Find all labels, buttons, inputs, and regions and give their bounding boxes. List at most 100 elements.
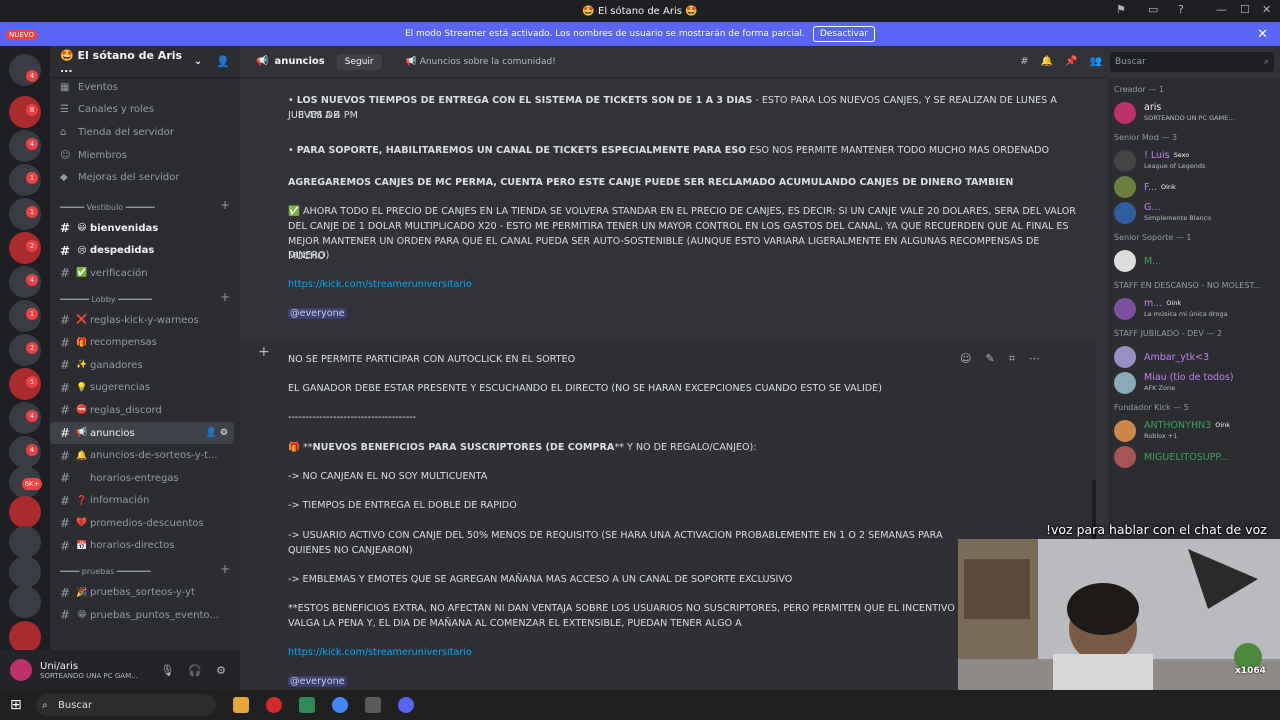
avatar[interactable]	[10, 659, 32, 681]
inbox-icon[interactable]: ⚑	[1116, 3, 1126, 16]
message-line: -> NO CANJEAN EL NO SOY MULTICUENTA	[288, 471, 488, 482]
windows-start-icon[interactable]: ⊞	[10, 697, 22, 713]
avatar[interactable]	[1114, 150, 1136, 172]
webcam-image	[958, 539, 1280, 690]
member-list-icon[interactable]: 👥	[1090, 56, 1102, 67]
minimize-icon[interactable]: —	[1216, 3, 1227, 16]
member-item[interactable]: Ambar_ytk<3	[1108, 344, 1280, 370]
channel-anuncios[interactable]: # 📢 anuncios 👤 ⚙	[50, 421, 234, 445]
chrome-icon[interactable]	[332, 697, 348, 713]
server-icon[interactable]	[9, 586, 41, 618]
category-lobby[interactable]: ━━━━━━ Lobby ━━━━━━━ +	[50, 285, 240, 309]
unread-badge: 4	[26, 444, 38, 456]
member-item[interactable]: M...	[1108, 248, 1280, 274]
member-item[interactable]: Miau (tío de todos) AFK Zone	[1108, 370, 1280, 396]
everyone-mention[interactable]: @everyone	[288, 307, 1078, 322]
help-icon[interactable]: ?	[1178, 3, 1184, 16]
nav-server-shop[interactable]: ⌂ Tienda del servidor	[50, 121, 240, 144]
unread-badge: 5	[26, 376, 38, 388]
member-item[interactable]: ANTHONYHN3 Oink Roblox +1	[1108, 418, 1280, 444]
channel-bienvenidas[interactable]: # 😃 bienvenidas	[50, 217, 234, 240]
threads-icon[interactable]: #	[1020, 56, 1028, 67]
channel-emoji: 😃	[77, 223, 87, 234]
channel-emoji: 🎉	[76, 587, 88, 598]
add-channel-icon[interactable]: +	[220, 562, 230, 576]
channel-recompensas[interactable]: # 🎁 recompensas	[50, 331, 234, 354]
maximize-icon[interactable]: ☐	[1240, 3, 1250, 16]
kick-link[interactable]: https://kick.com/streameruniversitario	[288, 278, 1078, 293]
server-icon[interactable]	[9, 54, 41, 86]
server-icon[interactable]	[9, 556, 41, 588]
member-item[interactable]: G... Simplemente Blanco	[1108, 200, 1280, 226]
channel-promedios-descuentos[interactable]: # 💔 promedios-descuentos	[50, 512, 234, 535]
headphones-icon[interactable]: 🎧	[188, 664, 202, 677]
server-icon[interactable]	[9, 621, 41, 653]
message-line: -> TIEMPOS DE ENTREGA EL DOBLE DE RAPIDO	[288, 500, 517, 511]
calendar-icon: ▦	[60, 81, 70, 93]
channel-despedidas[interactable]: # 😢 despedidas	[50, 240, 234, 263]
avatar[interactable]	[1114, 420, 1136, 442]
avatar[interactable]	[1114, 346, 1136, 368]
discord-icon[interactable]	[398, 697, 414, 713]
add-channel-icon[interactable]: +	[220, 290, 230, 304]
server-icon[interactable]	[9, 496, 41, 528]
channel-settings-icon[interactable]: 👤 ⚙	[206, 428, 228, 438]
deactivate-button[interactable]: Desactivar	[812, 26, 876, 42]
avatar[interactable]	[1114, 102, 1136, 124]
channel-verificaci-n[interactable]: # ✅ verificación	[50, 262, 234, 285]
channel-reglas-kick-y-warneos[interactable]: # ❌ reglas-kick-y-warneos	[50, 309, 234, 332]
screen-icon[interactable]: ▭	[1148, 3, 1158, 16]
channel-ganadores[interactable]: # ✨ ganadores	[50, 354, 234, 377]
calculator-icon[interactable]	[365, 697, 381, 713]
message-line: DEL CANJE DE 1 DOLAR MULTIPLICADO X20 - …	[288, 221, 1069, 232]
settings-icon[interactable]: ⚙	[216, 664, 226, 677]
category-vestíbulo[interactable]: ━━━━━ Vestibulo ━━━━━━ +	[50, 193, 240, 217]
channel-sugerencias[interactable]: # 💡 sugerencias	[50, 377, 234, 400]
add-channel-icon[interactable]: +	[220, 198, 230, 212]
nav-events[interactable]: ▦ Eventos	[50, 76, 240, 99]
server-icon[interactable]	[9, 526, 41, 558]
avatar[interactable]	[1114, 446, 1136, 468]
channel-anuncios-de-sorteos-y-t-[interactable]: # 🔔 anuncios-de-sorteos-y-t...	[50, 444, 234, 467]
chevron-down-icon[interactable]: ⌄	[194, 56, 202, 67]
avatar[interactable]	[1114, 372, 1136, 394]
member-item[interactable]: aris SORTEANDO UN PC GAME...	[1108, 100, 1280, 126]
server-header[interactable]: 🤩 El sótano de Aris ... ⌄ 👤	[50, 46, 240, 78]
avatar[interactable]	[1114, 176, 1136, 198]
avatar[interactable]	[1114, 202, 1136, 224]
invite-icon[interactable]: 👤	[216, 55, 230, 68]
close-window-icon[interactable]: ✕	[1262, 3, 1271, 16]
nav-members[interactable]: ☺ Miembros	[50, 144, 240, 167]
avatar[interactable]	[1114, 298, 1136, 320]
channel-reglas-discord[interactable]: # ⛔ reglas_discord	[50, 399, 234, 422]
microphone-icon[interactable]: 🎙	[160, 664, 174, 677]
channel-informaci-n[interactable]: # ❓ información	[50, 490, 234, 513]
pin-icon[interactable]: 📌	[1065, 56, 1077, 67]
unread-badge: 1	[26, 308, 38, 320]
search-input[interactable]: Buscar ⌕	[1110, 52, 1274, 72]
channel-horarios-directos[interactable]: # 📅 horarios-directos	[50, 535, 234, 558]
member-name: m...	[1144, 298, 1163, 309]
channels-icon: ☰	[60, 104, 69, 116]
nav-server-boosts[interactable]: ◆ Mejoras del servidor	[50, 166, 240, 189]
member-item[interactable]: MIGUELITOSUPP...	[1108, 444, 1280, 470]
app-icon[interactable]	[299, 697, 315, 713]
follow-button[interactable]: Seguir	[336, 53, 382, 70]
file-explorer-icon[interactable]	[233, 697, 249, 713]
add-reaction-icon[interactable]: +	[258, 344, 270, 360]
member-item[interactable]: m... Oink La música mi única droga	[1108, 296, 1280, 322]
category-pruebas[interactable]: ━━━━ pruebas ━━━━━━━ +	[50, 557, 240, 581]
channel-horarios-entregas[interactable]: # horarios-entregas	[50, 467, 234, 490]
opera-icon[interactable]	[266, 697, 282, 713]
close-banner-icon[interactable]: ✕	[1257, 27, 1268, 42]
category-label: ━━━━━ Vestibulo ━━━━━━	[60, 202, 155, 212]
unread-badge: 4	[26, 70, 38, 82]
member-item[interactable]: ! Luis Sexo League of Legends	[1108, 148, 1280, 174]
channel-pruebas-sorteos-y-yt[interactable]: # 🎉 pruebas_sorteos-y-yt	[50, 581, 234, 604]
bell-icon[interactable]: 🔔	[1041, 56, 1053, 67]
nav-channels-roles[interactable]: ☰ Canales y roles	[50, 99, 240, 122]
member-item[interactable]: F... Oink	[1108, 174, 1280, 200]
taskbar-search[interactable]: ⌕ Buscar	[36, 694, 216, 716]
avatar[interactable]	[1114, 250, 1136, 272]
channel-pruebas-puntos-evento-[interactable]: # 😁 pruebas_puntos_evento...	[50, 604, 234, 627]
